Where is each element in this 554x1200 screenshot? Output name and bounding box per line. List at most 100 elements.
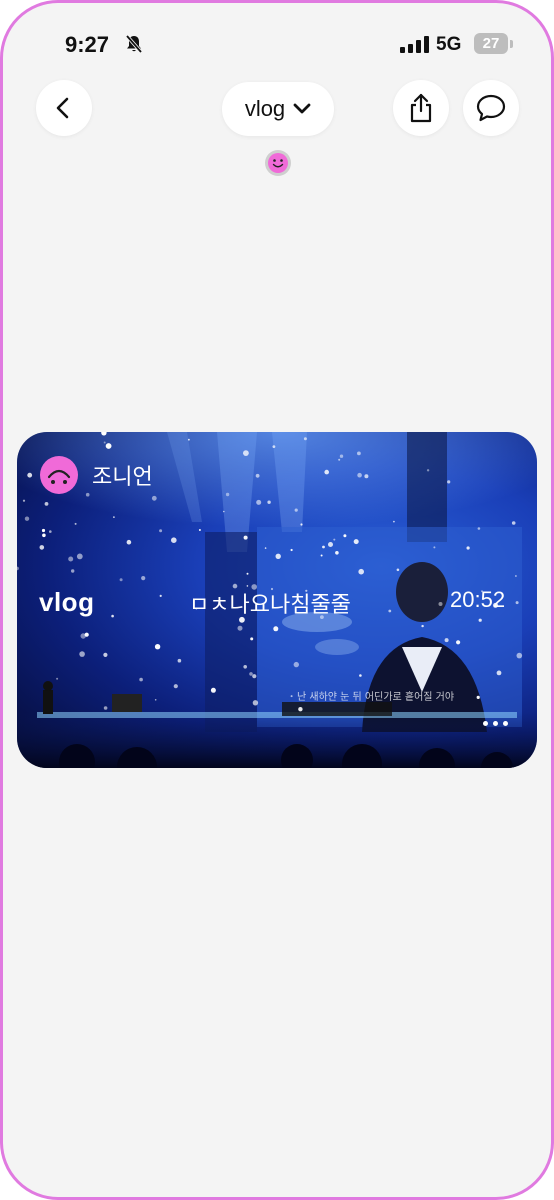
snow-speck	[24, 516, 30, 521]
snow-speck	[243, 665, 247, 669]
snow-speck	[478, 618, 482, 622]
snow-speck	[74, 522, 77, 525]
snow-speck	[68, 556, 74, 562]
snow-speck	[159, 594, 162, 597]
snow-speck	[275, 553, 281, 559]
snow-speck	[252, 674, 257, 679]
snow-speck	[393, 520, 395, 523]
snow-speck	[41, 528, 46, 533]
snow-speck	[22, 499, 26, 502]
snow-speck	[364, 474, 369, 479]
snow-speck	[42, 533, 46, 538]
snow-speck	[358, 568, 365, 575]
share-button[interactable]	[393, 80, 449, 136]
video-card[interactable]: 난 새하얀 눈 뒤 어딘가로 흩어질 거야 조니언 vlog ㅁㅊ나요나침줄줄 …	[17, 432, 537, 768]
snow-speck	[338, 458, 341, 461]
snow-speck	[273, 626, 279, 632]
snow-speck	[339, 454, 344, 458]
snow-speck	[79, 651, 85, 657]
snow-speck	[113, 516, 115, 518]
signal-icon	[400, 35, 429, 53]
snow-speck	[303, 437, 307, 441]
video-title: ㅁㅊ나요나침줄줄	[189, 592, 351, 617]
snow-speck	[39, 545, 45, 550]
screen-lyric: 난 새하얀 눈 뒤 어딘가로 흩어질 거야	[297, 690, 454, 703]
battery-cap	[510, 40, 513, 48]
snow-speck	[119, 578, 123, 582]
snow-speck	[139, 677, 143, 682]
snow-speck	[294, 508, 298, 512]
snow-speck	[49, 530, 52, 533]
snow-speck	[333, 538, 336, 541]
snow-speck	[298, 707, 303, 712]
bell-slash-icon	[124, 34, 144, 59]
video-duration: 20:52	[450, 587, 506, 612]
snow-speck	[243, 535, 248, 540]
snow-speck	[84, 632, 89, 637]
snow-speck	[188, 438, 190, 441]
snow-speck	[343, 534, 347, 538]
snow-speck	[511, 521, 516, 525]
snow-speck	[105, 443, 112, 449]
comment-button[interactable]	[463, 80, 519, 136]
snow-speck	[85, 492, 90, 497]
snow-speck	[252, 700, 259, 706]
collection-title-dropdown[interactable]: vlog	[222, 82, 334, 136]
back-button[interactable]	[36, 80, 92, 136]
snow-speck	[516, 652, 523, 659]
snow-speck	[255, 473, 260, 478]
author-avatar[interactable]	[39, 455, 79, 495]
status-time: 9:27	[65, 32, 110, 57]
back-chevron-icon	[56, 97, 69, 119]
smiley-icon	[265, 150, 291, 176]
snow-speck	[515, 601, 519, 605]
snow-speck	[426, 469, 430, 472]
snow-speck	[159, 529, 163, 533]
snow-speck	[353, 539, 359, 545]
snow-speck	[328, 542, 333, 547]
author-name[interactable]: 조니언	[92, 459, 153, 491]
snow-speck	[56, 677, 59, 680]
network-type: 5G	[436, 34, 462, 55]
snow-speck	[210, 687, 216, 693]
snow-speck	[267, 500, 271, 504]
snow-speck	[171, 537, 177, 543]
snow-speck	[173, 684, 178, 689]
snow-speck	[103, 441, 106, 444]
snow-speck	[250, 637, 254, 641]
chevron-down-icon	[293, 103, 311, 114]
snow-speck	[447, 480, 451, 484]
snow-speck	[388, 609, 392, 613]
snow-speck	[151, 495, 157, 501]
snow-speck	[320, 554, 323, 557]
snow-speck	[290, 695, 293, 698]
snow-speck	[71, 569, 75, 573]
snow-speck	[198, 529, 201, 531]
snow-speck	[359, 674, 362, 677]
snow-speck	[44, 502, 49, 506]
snow-speck	[476, 695, 480, 699]
category-label: vlog	[39, 587, 95, 617]
snow-speck	[396, 568, 400, 572]
snow-speck	[237, 625, 243, 631]
snow-speck	[126, 539, 132, 545]
chat-bubble-icon	[476, 94, 506, 122]
snow-speck	[246, 572, 249, 575]
snow-speck	[421, 624, 424, 628]
snow-speck	[515, 575, 517, 577]
snow-speck	[141, 576, 146, 581]
snow-speck	[177, 658, 182, 663]
snow-speck	[223, 510, 225, 513]
snow-speck	[293, 661, 299, 668]
snow-speck	[496, 670, 502, 676]
snow-speck	[272, 445, 276, 448]
snow-speck	[477, 527, 481, 530]
snow-speck	[357, 472, 362, 478]
snow-speck	[103, 706, 108, 710]
more-icon[interactable]	[483, 721, 508, 726]
snow-speck	[264, 547, 267, 549]
snow-speck	[433, 546, 436, 549]
snow-speck	[335, 551, 339, 555]
snow-speck	[243, 450, 249, 456]
snow-speck	[438, 602, 443, 606]
